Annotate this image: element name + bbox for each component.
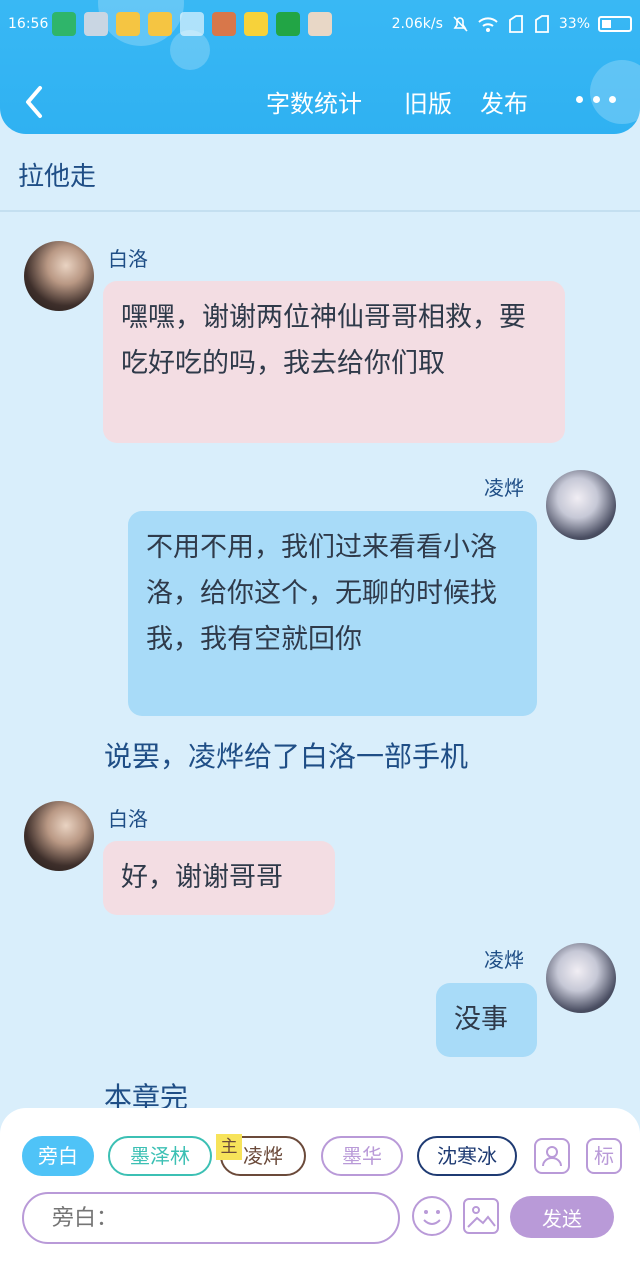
wifi-icon (478, 17, 498, 32)
publish-button[interactable]: 发布 (480, 84, 528, 119)
battery-icon (598, 16, 632, 32)
status-right: 2.06k/s 33% (392, 14, 632, 34)
role-mozelin-button[interactable]: 墨泽林 (108, 1136, 212, 1176)
battery-level (602, 20, 611, 28)
avatar-lingye[interactable] (546, 943, 616, 1013)
divider (0, 210, 640, 212)
profile-app-icon (308, 12, 332, 36)
message-bubble[interactable]: 没事 (436, 983, 537, 1057)
role-shenhanbing-button[interactable]: 沈寒冰 (417, 1136, 517, 1176)
network-speed: 2.06k/s (391, 16, 443, 32)
signal-2-icon (534, 15, 549, 33)
status-time: 16:56 (8, 16, 49, 32)
message-input[interactable] (22, 1192, 400, 1244)
emoji-icon[interactable] (412, 1196, 452, 1236)
avatar-bailuo[interactable] (24, 801, 94, 871)
composer-panel: 旁白 墨泽林 凌烨 主 墨华 沈寒冰 标 发送 (0, 1108, 640, 1280)
sender-name: 凌烨 (484, 476, 524, 500)
gallery-notification-icon (84, 12, 108, 36)
top-header: 16:56 2.06k/s 33% 字数统计 旧版 发布 (0, 0, 640, 134)
avatar-lingye[interactable] (546, 470, 616, 540)
signal-1-icon (508, 15, 523, 33)
game-app-icon (212, 12, 236, 36)
folder-icon (116, 12, 140, 36)
cleaner-icon (180, 12, 204, 36)
label-button[interactable]: 标 (586, 1138, 622, 1174)
mute-bell-icon (453, 16, 468, 32)
message-bubble[interactable]: 不用不用，我们过来看看小洛洛，给你这个，无聊的时候找我，我有空就回你 (128, 511, 537, 716)
message-bubble[interactable]: 好，谢谢哥哥 (103, 841, 335, 915)
folder-icon (148, 12, 172, 36)
image-icon[interactable] (463, 1198, 499, 1234)
status-bar: 16:56 2.06k/s 33% (0, 0, 640, 50)
battery-percent: 33% (558, 16, 590, 32)
qq-music-icon (244, 12, 268, 36)
more-options-icon[interactable] (576, 92, 616, 106)
role-narrator-button[interactable]: 旁白 (22, 1136, 94, 1176)
word-count-button[interactable]: 字数统计 (266, 84, 362, 119)
add-character-icon[interactable] (534, 1138, 570, 1174)
sender-name: 白洛 (108, 247, 148, 271)
avatar-bailuo[interactable] (24, 241, 94, 311)
chapter-title[interactable]: 拉他走 (18, 156, 96, 193)
old-version-button[interactable]: 旧版 (404, 84, 452, 119)
back-arrow-icon[interactable] (20, 84, 50, 120)
notification-icons (52, 12, 332, 36)
sender-name: 白洛 (108, 807, 148, 831)
narration-text[interactable]: 说罢，凌烨给了白洛一部手机 (104, 735, 468, 775)
role-mohua-button[interactable]: 墨华 (321, 1136, 403, 1176)
role-name: 凌烨 (243, 1144, 283, 1168)
nav-bar: 字数统计 旧版 发布 (0, 66, 640, 134)
app-notification-icon (52, 12, 76, 36)
message-bubble[interactable]: 嘿嘿，谢谢两位神仙哥哥相救，要吃好吃的吗，我去给你们取 (103, 281, 565, 443)
browser-app-icon (276, 12, 300, 36)
send-button[interactable]: 发送 (510, 1196, 614, 1238)
sender-name: 凌烨 (484, 948, 524, 972)
main-role-tag: 主 (216, 1134, 242, 1160)
